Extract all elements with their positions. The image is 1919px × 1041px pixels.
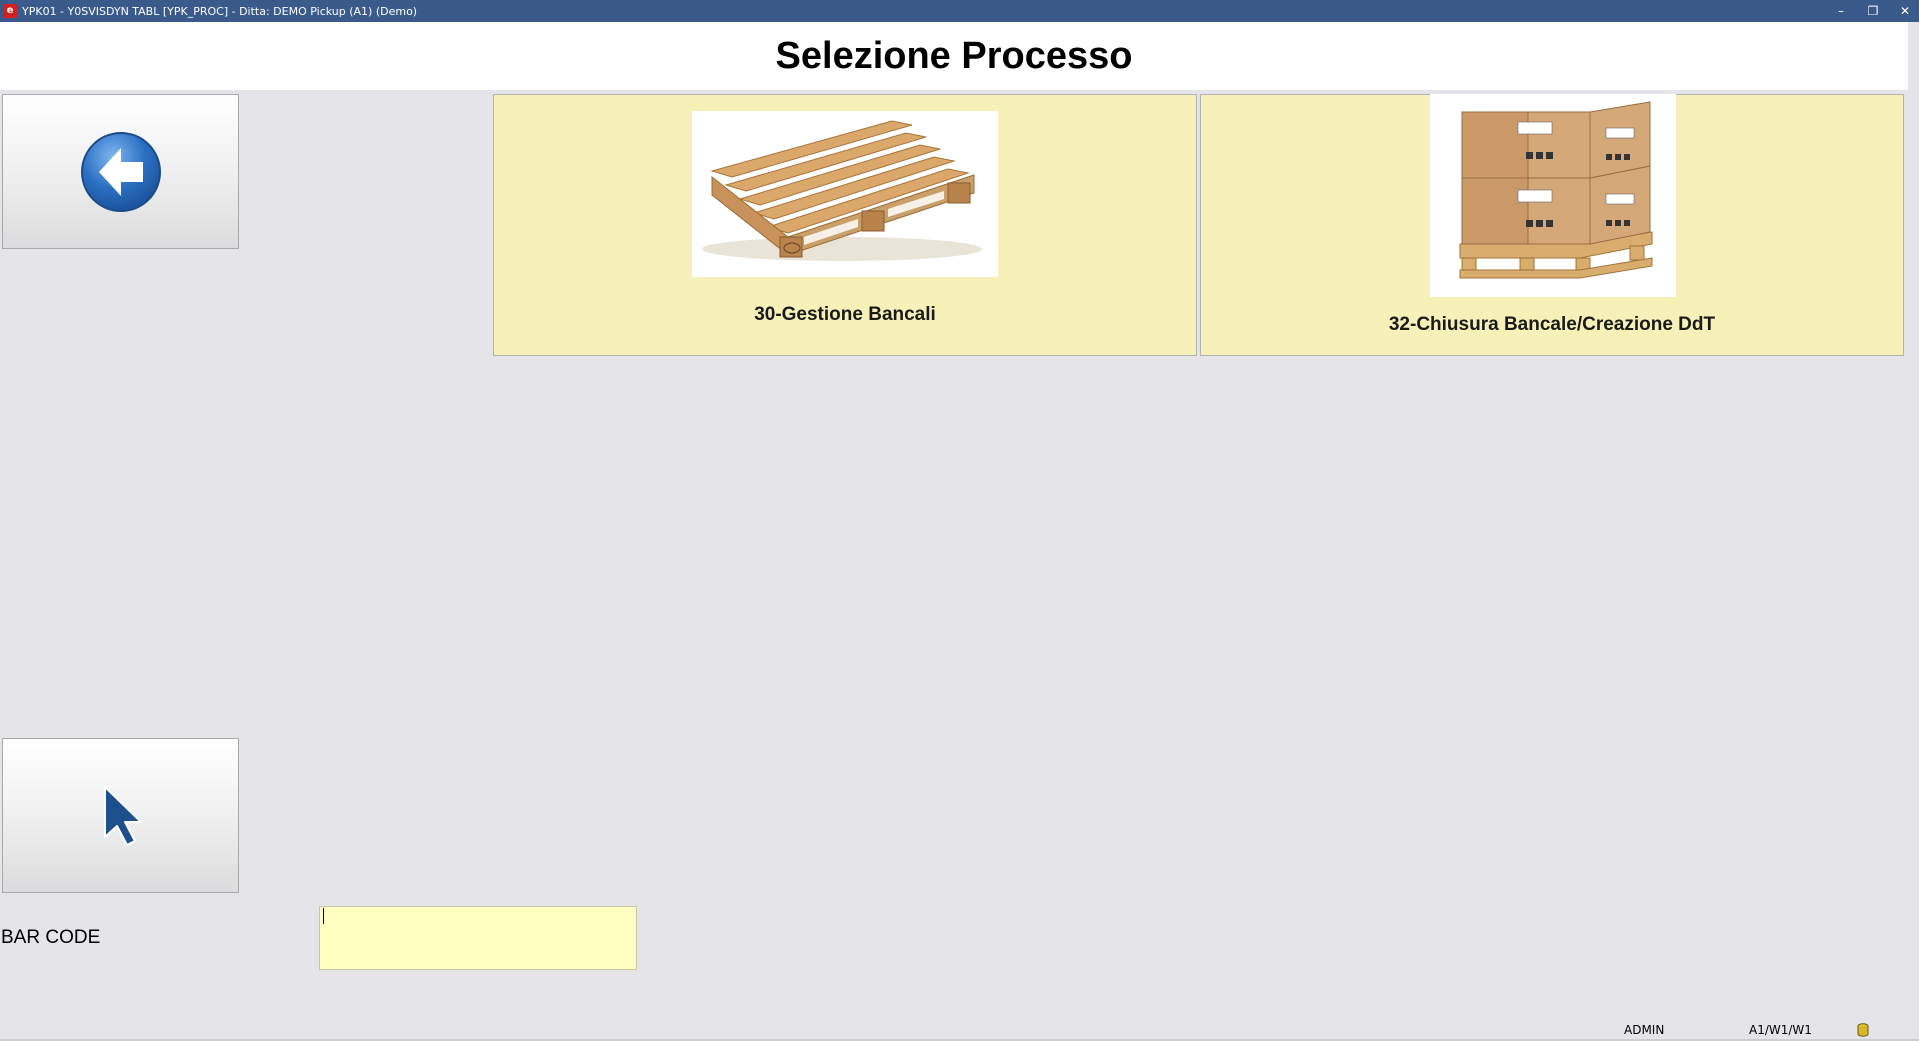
window-titlebar: e YPK01 - Y0SVISDYN TABL [YPK_PROC] - Di… [0, 0, 1919, 22]
header-scroll-edge [1908, 22, 1919, 90]
text-caret [323, 908, 324, 924]
status-user: ADMIN [1624, 1023, 1665, 1037]
process-tile-30[interactable]: 30-Gestione Bancali [493, 94, 1197, 356]
window-controls: – ❐ ✕ [1835, 0, 1911, 22]
restore-button[interactable]: ❐ [1867, 4, 1879, 18]
page-header: Selezione Processo [0, 22, 1908, 90]
process-label: 30-Gestione Bancali [754, 304, 936, 325]
barcode-input[interactable] [319, 906, 637, 970]
back-button[interactable] [2, 94, 239, 249]
boxes-on-pallet-image [1430, 94, 1676, 297]
close-button[interactable]: ✕ [1899, 4, 1911, 18]
barcode-label: BAR CODE [1, 927, 101, 948]
select-mode-button[interactable] [2, 738, 239, 893]
status-location: A1/W1/W1 [1749, 1023, 1812, 1037]
page-title: Selezione Processo [775, 34, 1133, 77]
window-title: YPK01 - Y0SVISDYN TABL [YPK_PROC] - Ditt… [22, 4, 418, 18]
process-label: 32-Chiusura Bancale/Creazione DdT [1388, 314, 1716, 335]
process-tile-32[interactable]: 32-Chiusura Bancale/Creazione DdT [1200, 94, 1904, 356]
back-arrow-icon [80, 131, 161, 212]
database-icon [1857, 1023, 1869, 1037]
mouse-pointer-icon [103, 785, 142, 846]
minimize-button[interactable]: – [1835, 4, 1847, 18]
wooden-pallet-image [692, 111, 998, 277]
app-icon: e [3, 4, 17, 18]
